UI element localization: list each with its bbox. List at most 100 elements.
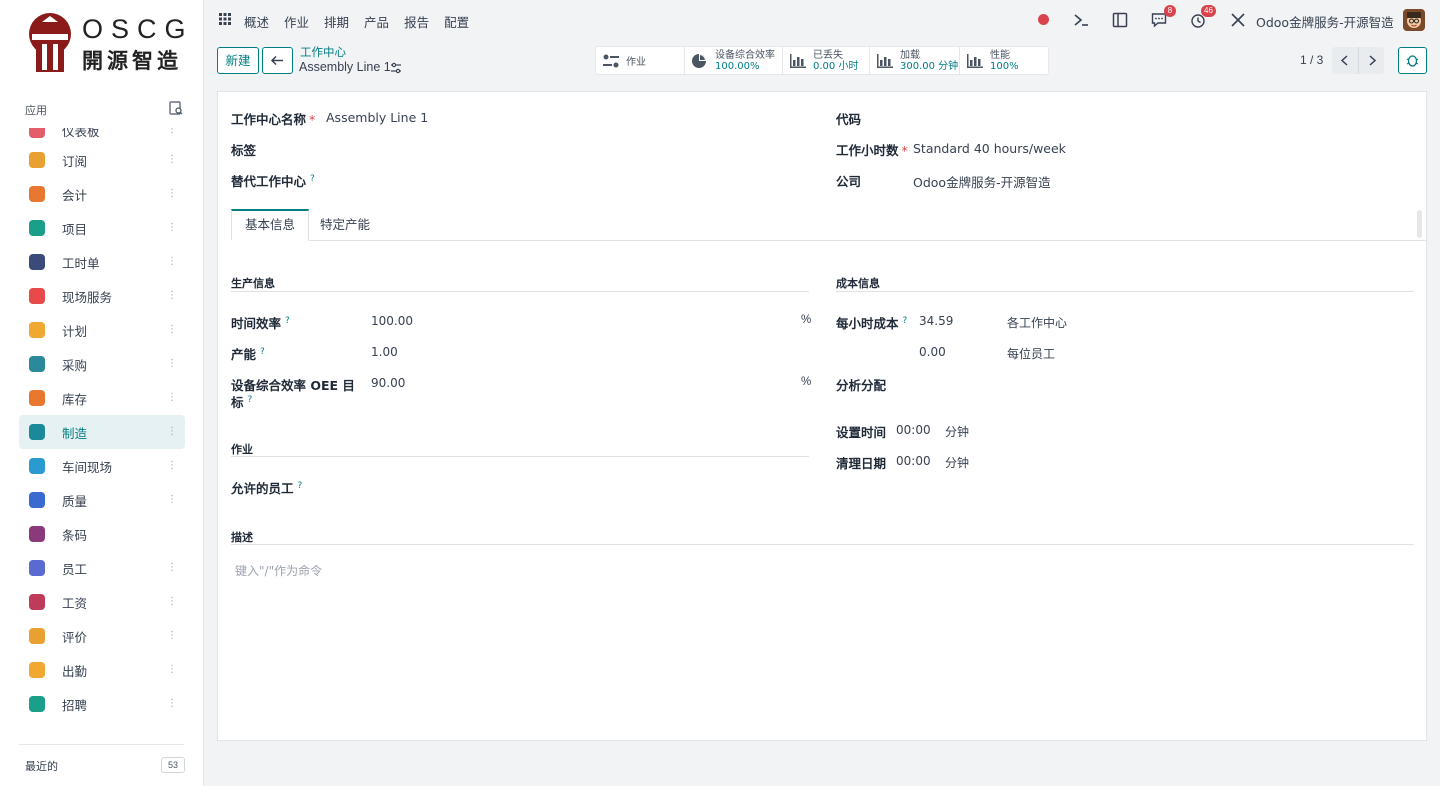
menu-item-planning[interactable]: 排期 bbox=[324, 12, 349, 31]
more-options-icon[interactable]: ⋮ bbox=[167, 155, 177, 165]
sidebar-app-item[interactable]: 出勤 ⋮ bbox=[19, 653, 185, 687]
more-options-icon[interactable]: ⋮ bbox=[167, 257, 177, 267]
recent-label[interactable]: 最近的 bbox=[25, 758, 58, 774]
page-scrollbar[interactable] bbox=[1417, 210, 1422, 238]
field-working-hours-input[interactable]: Standard 40 hours/week bbox=[913, 141, 1066, 156]
field-service-icon bbox=[29, 288, 45, 304]
field-label-company: 公司 bbox=[836, 174, 862, 189]
back-button[interactable] bbox=[262, 47, 293, 74]
more-options-icon[interactable]: ⋮ bbox=[167, 128, 177, 135]
company-switcher[interactable]: Odoo金牌服务-开源智造 bbox=[1256, 12, 1394, 31]
sidebar-app-label: 出勤 bbox=[62, 663, 88, 679]
stat-button-operations[interactable]: 作业 bbox=[596, 47, 685, 74]
user-avatar[interactable] bbox=[1403, 9, 1425, 31]
sidebar-app-item[interactable]: 工资 ⋮ bbox=[19, 585, 185, 619]
more-options-icon[interactable]: ⋮ bbox=[167, 665, 177, 675]
new-record-button[interactable]: 新建 bbox=[217, 47, 259, 74]
sidebar-app-item[interactable]: 评价 ⋮ bbox=[19, 619, 185, 653]
record-indicator-icon[interactable] bbox=[1038, 14, 1049, 25]
sidebar-app-item[interactable]: 制造 ⋮ bbox=[19, 415, 185, 449]
messages-badge: 8 bbox=[1164, 5, 1176, 17]
pie-chart-icon bbox=[692, 53, 706, 68]
subscription-icon bbox=[29, 152, 45, 168]
app-grid-icon[interactable] bbox=[219, 13, 231, 25]
stat-value-lost: 0.00 小时 bbox=[813, 60, 859, 72]
shop-floor-icon bbox=[29, 458, 45, 474]
field-name-input[interactable]: Assembly Line 1 bbox=[326, 110, 428, 125]
field-capacity-input[interactable]: 1.00 bbox=[371, 345, 398, 359]
record-actions-icon[interactable] bbox=[390, 62, 402, 74]
more-options-icon[interactable]: ⋮ bbox=[167, 189, 177, 199]
pager-previous-button[interactable] bbox=[1332, 47, 1358, 74]
appraisal-icon bbox=[29, 628, 45, 644]
description-editor[interactable]: 键入"/"作为命令 bbox=[235, 562, 322, 579]
more-options-icon[interactable]: ⋮ bbox=[167, 291, 177, 301]
split-view-icon[interactable] bbox=[1111, 11, 1129, 29]
field-label-code: 代码 bbox=[836, 112, 862, 127]
more-options-icon[interactable]: ⋮ bbox=[167, 223, 177, 233]
field-employee-cost-input[interactable]: 0.00 bbox=[919, 345, 946, 359]
field-cleanup-time-input[interactable]: 00:00 bbox=[896, 454, 931, 468]
menu-item-operations[interactable]: 作业 bbox=[284, 12, 309, 31]
stat-button-performance[interactable]: 性能 100% bbox=[960, 47, 1048, 74]
more-options-icon[interactable]: ⋮ bbox=[167, 631, 177, 641]
sidebar-app-item[interactable]: 招聘 ⋮ bbox=[19, 687, 185, 721]
stat-button-load[interactable]: 加载 300.00 分钟 bbox=[870, 47, 960, 74]
field-label-alternative: 替代工作中心? bbox=[231, 173, 315, 189]
menu-item-configuration[interactable]: 配置 bbox=[444, 12, 469, 31]
app-search-icon[interactable] bbox=[169, 101, 183, 115]
sidebar-app-item[interactable]: 仪表板 ⋮ bbox=[19, 128, 185, 139]
more-options-icon[interactable]: ⋮ bbox=[167, 495, 177, 505]
menu-item-products[interactable]: 产品 bbox=[364, 12, 389, 31]
sidebar-app-label: 制造 bbox=[62, 425, 88, 441]
more-options-icon[interactable]: ⋮ bbox=[167, 563, 177, 573]
pager-value[interactable]: 1 / 3 bbox=[1300, 53, 1323, 67]
more-options-icon[interactable]: ⋮ bbox=[167, 325, 177, 335]
more-options-icon[interactable]: ⋮ bbox=[167, 359, 177, 369]
sidebar-app-item[interactable]: 车间现场 ⋮ bbox=[19, 449, 185, 483]
more-options-icon[interactable]: ⋮ bbox=[167, 597, 177, 607]
terminal-icon[interactable] bbox=[1072, 11, 1090, 29]
breadcrumb-parent[interactable]: 工作中心 bbox=[300, 44, 346, 60]
brand-logo[interactable]: OSCG 開源智造 bbox=[28, 12, 188, 74]
sidebar-app-item[interactable]: 项目 ⋮ bbox=[19, 211, 185, 245]
sidebar-app-item[interactable]: 质量 ⋮ bbox=[19, 483, 185, 517]
pager-next-button[interactable] bbox=[1358, 47, 1384, 74]
sidebar-app-item[interactable]: 现场服务 ⋮ bbox=[19, 279, 185, 313]
form-sheet: 工作中心名称 * Assembly Line 1 标签 替代工作中心? 代码 工作… bbox=[217, 91, 1427, 741]
notebook-tabs: 基本信息 特定产能 bbox=[231, 209, 1426, 241]
logo-mark-icon bbox=[29, 13, 71, 72]
field-label-tags: 标签 bbox=[231, 143, 257, 158]
menu-item-reporting[interactable]: 报告 bbox=[404, 12, 429, 31]
more-options-icon[interactable]: ⋮ bbox=[167, 427, 177, 437]
tools-icon[interactable] bbox=[1229, 11, 1247, 29]
field-company-input[interactable]: Odoo金牌服务-开源智造 bbox=[913, 172, 1051, 191]
stat-button-oee[interactable]: 设备综合效率 100.00% bbox=[685, 47, 783, 74]
sidebar-app-item[interactable]: 会计 ⋮ bbox=[19, 177, 185, 211]
tab-general-info[interactable]: 基本信息 bbox=[231, 209, 310, 241]
field-oee-target-input[interactable]: 90.00 bbox=[371, 376, 405, 390]
attendance-icon bbox=[29, 662, 45, 678]
more-options-icon[interactable]: ⋮ bbox=[167, 699, 177, 709]
accounting-icon bbox=[29, 186, 45, 202]
more-options-icon[interactable]: ⋮ bbox=[167, 393, 177, 403]
tab-specific-capacities[interactable]: 特定产能 bbox=[307, 209, 383, 241]
bug-icon bbox=[1406, 55, 1419, 67]
sidebar-app-item[interactable]: 工时单 ⋮ bbox=[19, 245, 185, 279]
sidebar-app-item[interactable]: 订阅 ⋮ bbox=[19, 143, 185, 177]
control-panel: 新建 工作中心 Assembly Line 1 作业 设备综合效率 100.00% bbox=[204, 40, 1440, 88]
field-label-time-efficiency: 时间效率? bbox=[231, 315, 290, 331]
field-hourly-cost-input[interactable]: 34.59 bbox=[919, 314, 953, 328]
field-setup-time-input[interactable]: 00:00 bbox=[896, 423, 931, 437]
sidebar-app-item[interactable]: 条码 bbox=[19, 517, 185, 551]
sidebar-app-item[interactable]: 员工 ⋮ bbox=[19, 551, 185, 585]
sidebar-app-item[interactable]: 采购 ⋮ bbox=[19, 347, 185, 381]
stat-button-lost[interactable]: 已丢失 0.00 小时 bbox=[783, 47, 870, 74]
menu-item-overview[interactable]: 概述 bbox=[244, 12, 269, 31]
sidebar-app-label: 订阅 bbox=[62, 153, 88, 169]
more-options-icon[interactable]: ⋮ bbox=[167, 461, 177, 471]
sheet-toggle-button[interactable] bbox=[1398, 47, 1427, 74]
field-time-efficiency-input[interactable]: 100.00 bbox=[371, 314, 413, 328]
sidebar-app-item[interactable]: 计划 ⋮ bbox=[19, 313, 185, 347]
sidebar-app-item[interactable]: 库存 ⋮ bbox=[19, 381, 185, 415]
